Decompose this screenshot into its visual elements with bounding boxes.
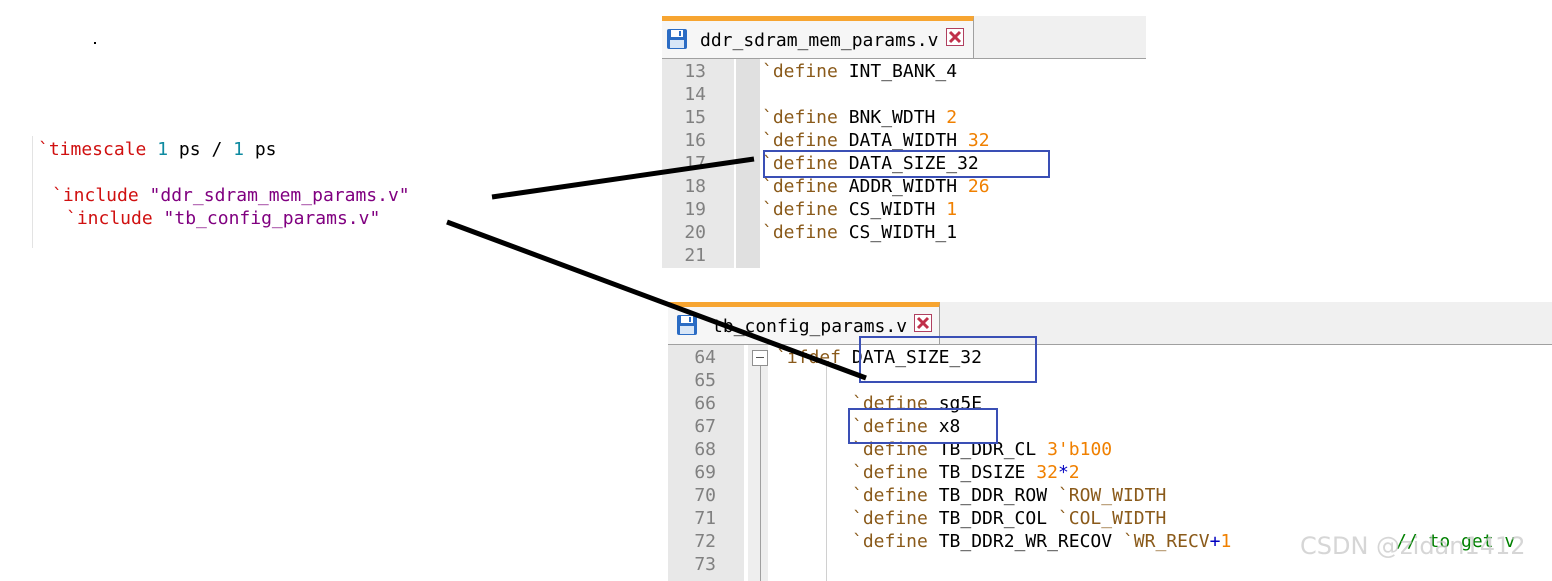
connector-line-2	[446, 219, 867, 381]
watermark: CSDN @zidan1412	[1300, 532, 1526, 560]
connector-lines	[446, 156, 867, 381]
connector-line-1	[491, 156, 755, 200]
